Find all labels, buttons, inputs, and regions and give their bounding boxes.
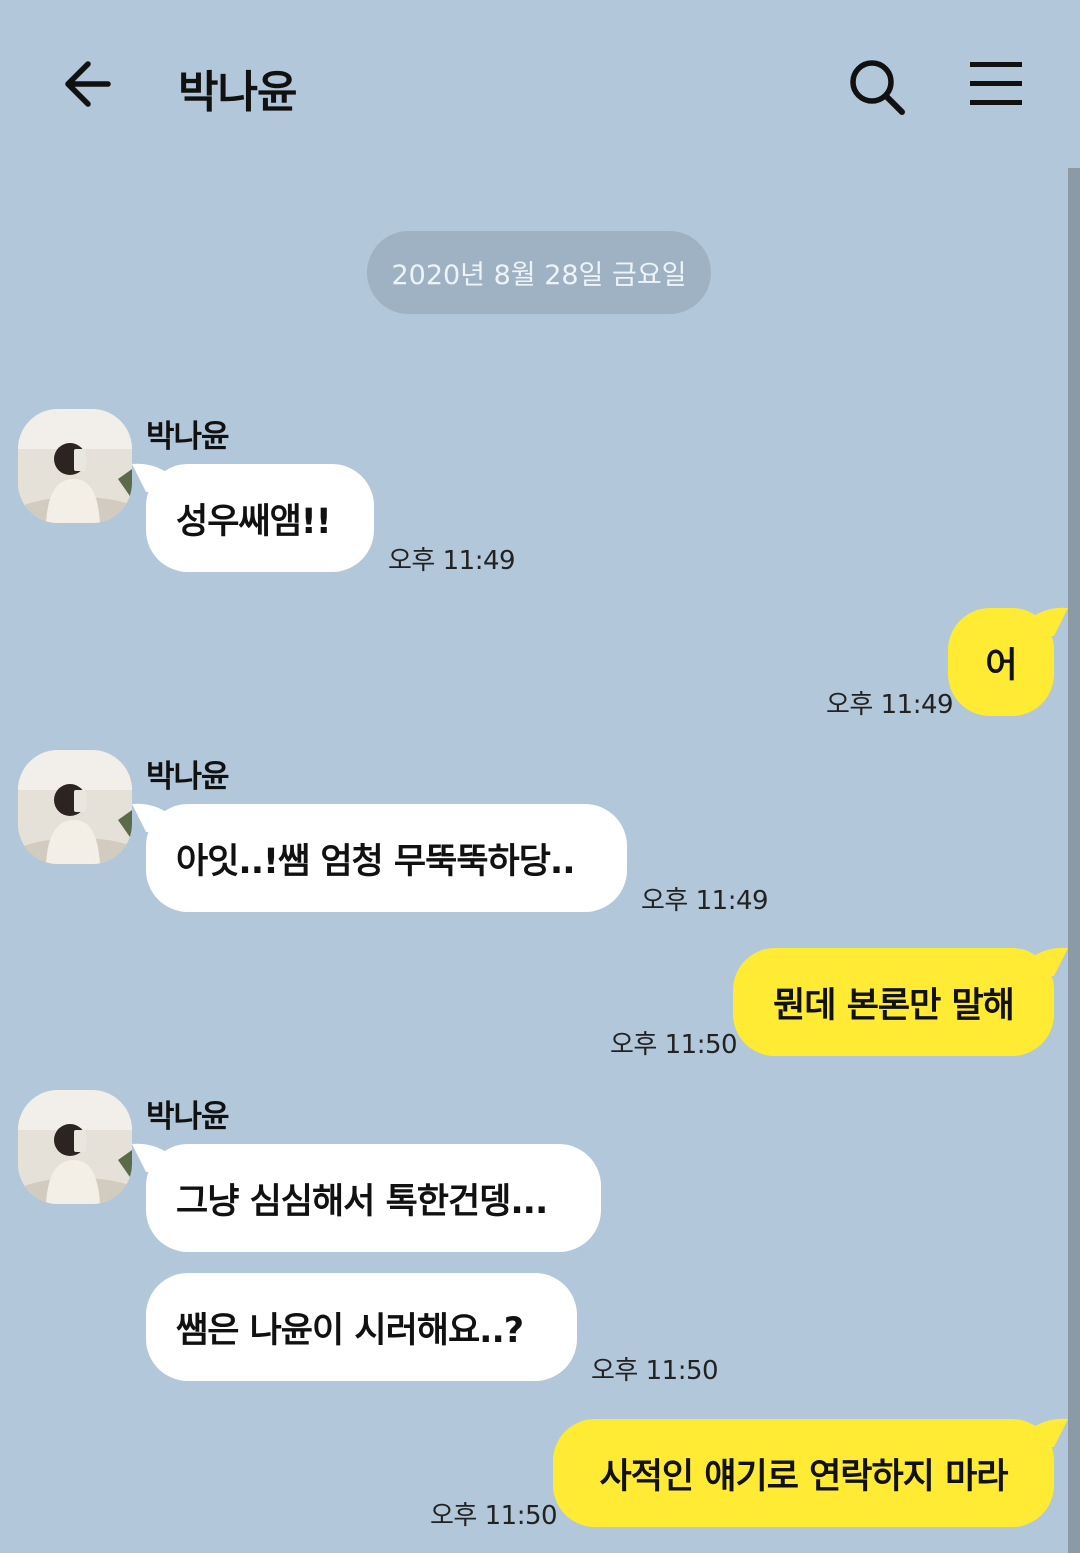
profile-photo-icon bbox=[18, 409, 132, 523]
message-text: 쌤은 나윤이 시러해요..? bbox=[176, 1310, 524, 1351]
search-icon bbox=[850, 60, 905, 115]
message-time: 오후 11:50 bbox=[430, 1501, 558, 1531]
message-bubble[interactable]: 성우쌔앰!! bbox=[132, 463, 374, 572]
message-bubble[interactable]: 아잇..!쌤 엄청 무뚝뚝하당.. bbox=[132, 803, 627, 912]
arrow-left-icon bbox=[65, 61, 111, 107]
avatar[interactable] bbox=[18, 750, 132, 864]
search-button[interactable] bbox=[842, 52, 912, 122]
back-button[interactable] bbox=[56, 52, 120, 116]
sender-name: 박나윤 bbox=[146, 759, 230, 795]
sender-name: 박나윤 bbox=[146, 1099, 230, 1135]
sender-name: 박나윤 bbox=[146, 419, 230, 455]
message-bubble[interactable]: 사적인 얘기로 연락하지 마라 bbox=[553, 1418, 1068, 1527]
message-time: 오후 11:49 bbox=[388, 546, 516, 576]
message-time: 오후 11:49 bbox=[641, 886, 769, 916]
message-text: 어 bbox=[985, 645, 1017, 686]
message-text: 성우쌔앰!! bbox=[176, 501, 332, 542]
message-text: 사적인 얘기로 연락하지 마라 bbox=[599, 1456, 1009, 1497]
hamburger-menu-icon bbox=[970, 62, 1022, 105]
message-text: 그냥 심심해서 톡한건뎅... bbox=[176, 1181, 548, 1222]
avatar[interactable] bbox=[18, 409, 132, 523]
profile-photo-icon bbox=[18, 1090, 132, 1204]
message-text: 아잇..!쌤 엄청 무뚝뚝하당.. bbox=[176, 841, 576, 882]
message-bubble[interactable]: 뭔데 본론만 말해 bbox=[733, 947, 1068, 1056]
bubble-tail bbox=[1028, 947, 1068, 976]
avatar[interactable] bbox=[18, 1090, 132, 1204]
message-time: 오후 11:50 bbox=[591, 1356, 719, 1386]
bubble-tail bbox=[132, 1143, 172, 1172]
message-time: 오후 11:49 bbox=[826, 690, 954, 720]
chat-title: 박나윤 bbox=[178, 67, 297, 118]
profile-photo-icon bbox=[18, 750, 132, 864]
message-bubble[interactable]: 쌤은 나윤이 시러해요..? bbox=[146, 1273, 577, 1381]
message-time: 오후 11:50 bbox=[610, 1030, 738, 1060]
bubble-tail bbox=[132, 803, 172, 832]
chat-header: 박나윤 bbox=[0, 0, 1080, 170]
bubble-tail bbox=[1028, 607, 1068, 636]
message-bubble[interactable]: 그냥 심심해서 톡한건뎅... bbox=[132, 1143, 601, 1252]
bubble-tail bbox=[1028, 1418, 1068, 1447]
menu-button[interactable] bbox=[966, 58, 1026, 110]
message-text: 뭔데 본론만 말해 bbox=[773, 985, 1015, 1026]
bubble-tail bbox=[132, 463, 172, 492]
message-bubble[interactable]: 어 bbox=[948, 607, 1068, 716]
scrollbar[interactable] bbox=[1068, 168, 1080, 1553]
date-divider: 2020년 8월 28일 금요일 bbox=[367, 231, 711, 314]
